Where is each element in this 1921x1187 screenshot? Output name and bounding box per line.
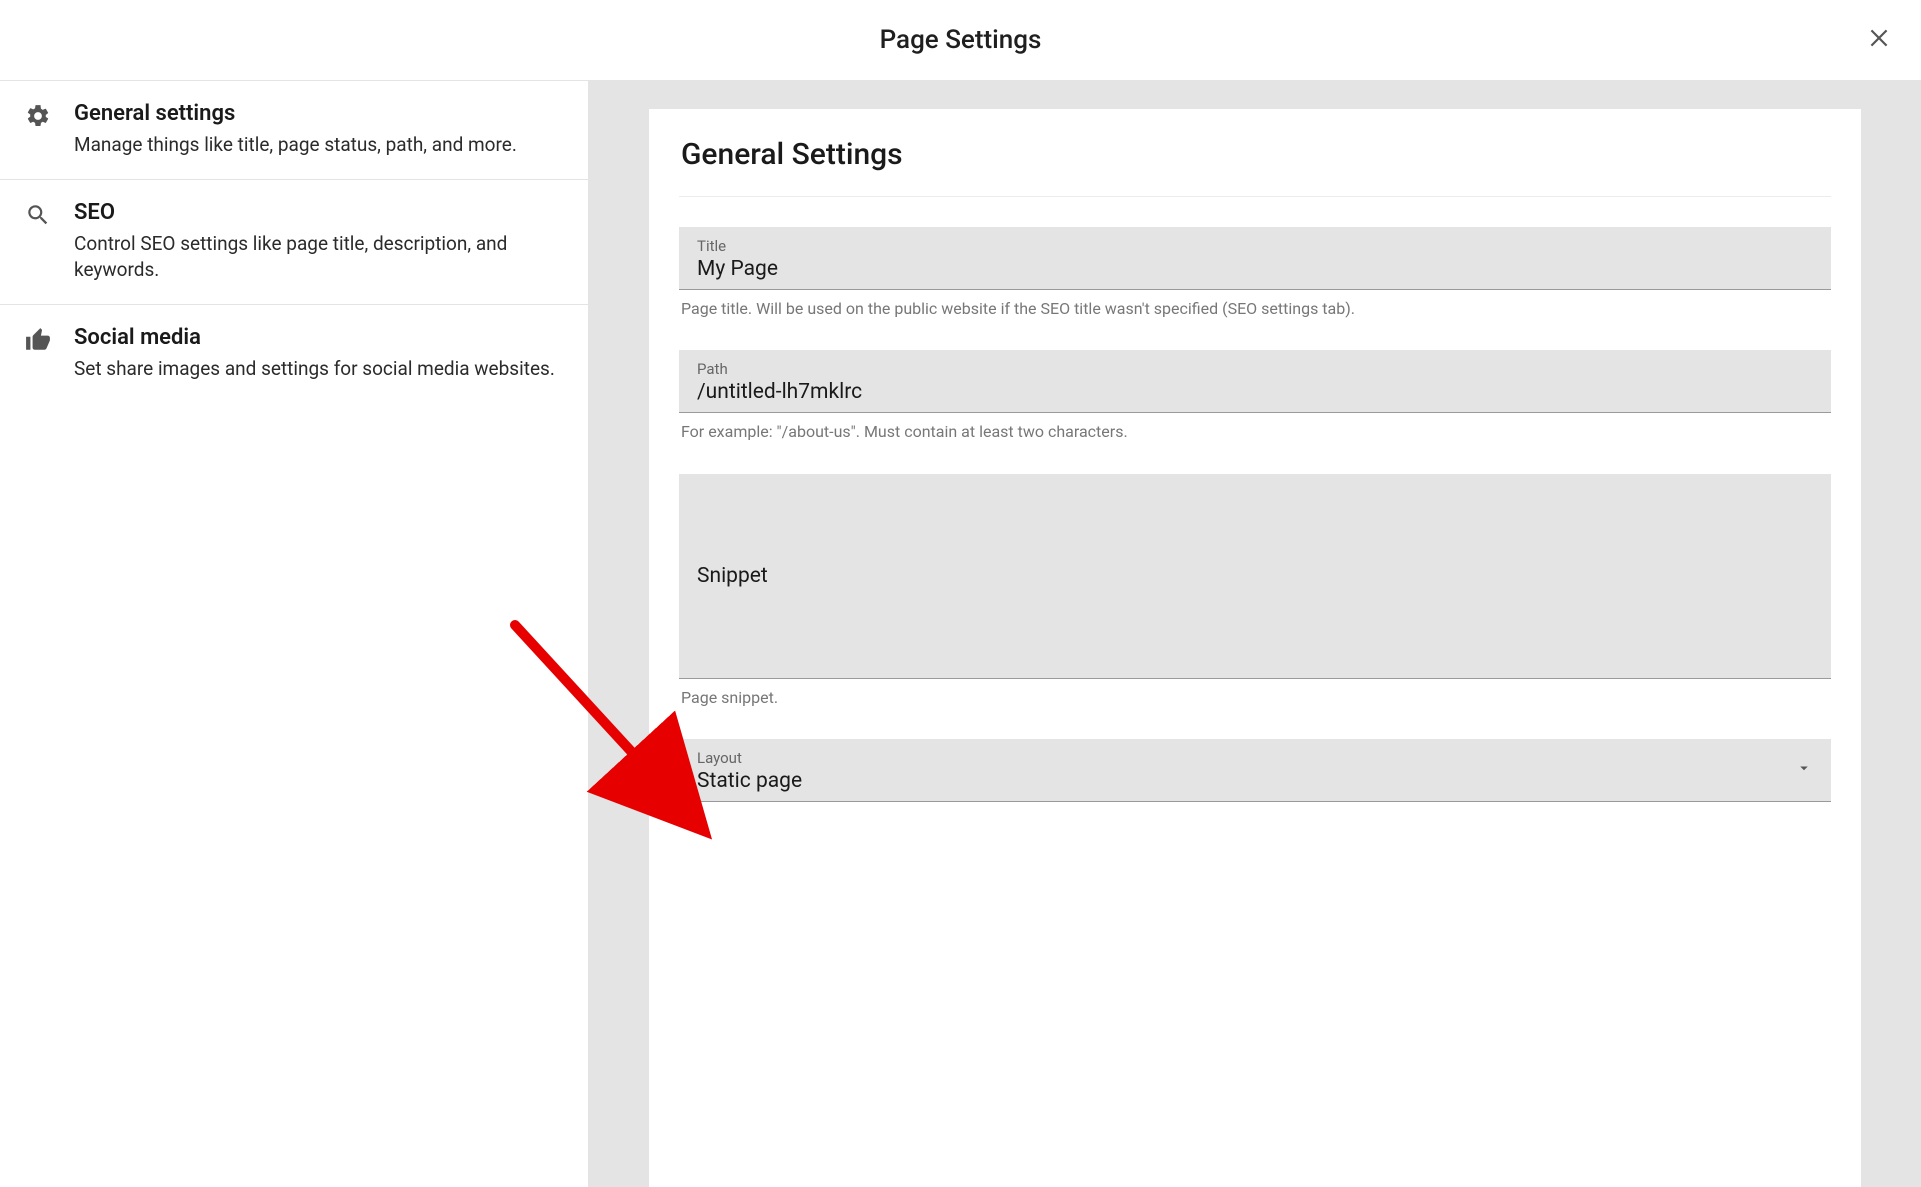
snippet-label: Snippet bbox=[697, 564, 768, 588]
search-icon bbox=[20, 202, 56, 228]
snippet-input-box[interactable]: Snippet bbox=[679, 474, 1831, 679]
snippet-help: Page snippet. bbox=[679, 687, 1831, 709]
close-button[interactable] bbox=[1865, 26, 1893, 54]
sidebar-item-title: SEO bbox=[74, 200, 564, 225]
thumbs-up-icon bbox=[20, 327, 56, 353]
path-input-box[interactable]: Path bbox=[679, 350, 1831, 413]
path-label: Path bbox=[697, 360, 1813, 378]
settings-sidebar: General settings Manage things like titl… bbox=[0, 81, 589, 1187]
sidebar-item-text: General settings Manage things like titl… bbox=[74, 101, 564, 159]
layout-select[interactable]: Layout Static page bbox=[679, 739, 1831, 802]
field-layout: Layout Static page bbox=[679, 739, 1831, 802]
panel-title: General Settings bbox=[681, 137, 1829, 172]
field-snippet: Snippet Page snippet. bbox=[679, 474, 1831, 709]
general-settings-panel: General Settings Title Page title. Will … bbox=[649, 109, 1861, 1187]
layout-value: Static page bbox=[697, 769, 1813, 793]
sidebar-item-title: Social media bbox=[74, 325, 564, 350]
sidebar-item-general[interactable]: General settings Manage things like titl… bbox=[0, 81, 588, 180]
sidebar-item-desc: Control SEO settings like page title, de… bbox=[74, 231, 564, 284]
content-area: General Settings Title Page title. Will … bbox=[589, 81, 1921, 1187]
title-input-box[interactable]: Title bbox=[679, 227, 1831, 290]
field-path: Path For example: "/about-us". Must cont… bbox=[679, 350, 1831, 443]
path-input[interactable] bbox=[697, 380, 1813, 404]
panel-header: General Settings bbox=[679, 109, 1831, 197]
field-title: Title Page title. Will be used on the pu… bbox=[679, 227, 1831, 320]
sidebar-item-text: Social media Set share images and settin… bbox=[74, 325, 564, 383]
title-label: Title bbox=[697, 237, 1813, 255]
gear-icon bbox=[20, 103, 56, 129]
close-icon bbox=[1866, 25, 1892, 55]
sidebar-item-title: General settings bbox=[74, 101, 564, 126]
sidebar-item-text: SEO Control SEO settings like page title… bbox=[74, 200, 564, 284]
title-input[interactable] bbox=[697, 257, 1813, 281]
dropdown-arrow-icon bbox=[1795, 759, 1813, 781]
layout-label: Layout bbox=[697, 749, 1813, 767]
sidebar-item-desc: Manage things like title, page status, p… bbox=[74, 132, 564, 159]
dialog-header: Page Settings bbox=[0, 0, 1921, 81]
sidebar-item-desc: Set share images and settings for social… bbox=[74, 356, 564, 383]
sidebar-item-seo[interactable]: SEO Control SEO settings like page title… bbox=[0, 180, 588, 305]
sidebar-item-social[interactable]: Social media Set share images and settin… bbox=[0, 305, 588, 403]
title-help: Page title. Will be used on the public w… bbox=[679, 298, 1831, 320]
path-help: For example: "/about-us". Must contain a… bbox=[679, 421, 1831, 443]
dialog-title: Page Settings bbox=[880, 25, 1042, 55]
